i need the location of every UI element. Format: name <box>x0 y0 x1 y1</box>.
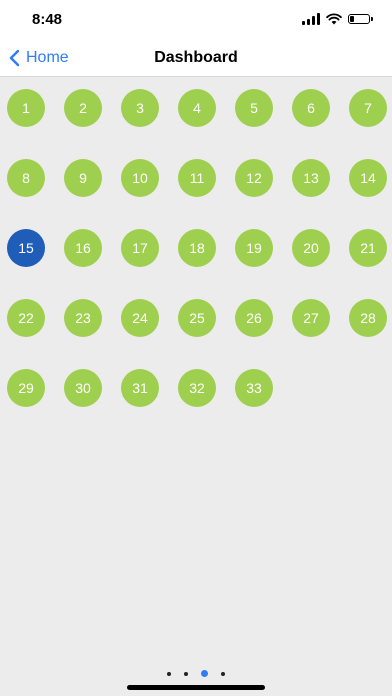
battery-icon <box>348 14 373 24</box>
day-button[interactable]: 3 <box>121 89 159 127</box>
page-indicator[interactable] <box>0 670 392 677</box>
day-button[interactable]: 11 <box>178 159 216 197</box>
day-button[interactable]: 33 <box>235 369 273 407</box>
page-dot-active[interactable] <box>201 670 208 677</box>
day-button[interactable]: 12 <box>235 159 273 197</box>
page-dot[interactable] <box>167 671 171 676</box>
day-button[interactable]: 16 <box>64 229 102 267</box>
page-dot[interactable] <box>184 671 188 676</box>
home-indicator <box>127 685 265 690</box>
day-button[interactable]: 22 <box>7 299 45 337</box>
page-title: Dashboard <box>154 49 238 66</box>
day-button[interactable]: 8 <box>7 159 45 197</box>
battery-level <box>350 16 354 22</box>
wifi-icon <box>326 13 342 25</box>
day-button[interactable]: 9 <box>64 159 102 197</box>
status-bar: 8:48 <box>0 0 392 40</box>
day-button[interactable]: 4 <box>178 89 216 127</box>
status-time: 8:48 <box>32 11 63 28</box>
day-button[interactable]: 21 <box>349 229 387 267</box>
day-button[interactable]: 14 <box>349 159 387 197</box>
day-button[interactable]: 5 <box>235 89 273 127</box>
day-button[interactable]: 27 <box>292 299 330 337</box>
day-button[interactable]: 17 <box>121 229 159 267</box>
day-button[interactable]: 2 <box>64 89 102 127</box>
day-button[interactable]: 26 <box>235 299 273 337</box>
day-button[interactable]: 6 <box>292 89 330 127</box>
day-button[interactable]: 30 <box>64 369 102 407</box>
day-button-selected[interactable]: 15 <box>7 229 45 267</box>
status-icons <box>302 12 373 26</box>
day-button[interactable]: 31 <box>121 369 159 407</box>
navigation-bar: Home Dashboard <box>0 40 392 77</box>
day-button[interactable]: 23 <box>64 299 102 337</box>
day-button[interactable]: 20 <box>292 229 330 267</box>
day-button[interactable]: 18 <box>178 229 216 267</box>
day-button[interactable]: 28 <box>349 299 387 337</box>
day-button[interactable]: 25 <box>178 299 216 337</box>
page-dot[interactable] <box>221 671 225 676</box>
day-grid: 1 2 3 4 5 6 7 8 9 10 11 12 13 14 15 16 17 18 19 20 21 22 23 24 2… <box>7 89 387 407</box>
day-button[interactable]: 13 <box>292 159 330 197</box>
day-button[interactable]: 1 <box>7 89 45 127</box>
day-button[interactable]: 24 <box>121 299 159 337</box>
day-button[interactable]: 19 <box>235 229 273 267</box>
cellular-signal-icon <box>302 13 320 25</box>
day-button[interactable]: 29 <box>7 369 45 407</box>
day-button[interactable]: 32 <box>178 369 216 407</box>
day-button[interactable]: 7 <box>349 89 387 127</box>
day-button[interactable]: 10 <box>121 159 159 197</box>
